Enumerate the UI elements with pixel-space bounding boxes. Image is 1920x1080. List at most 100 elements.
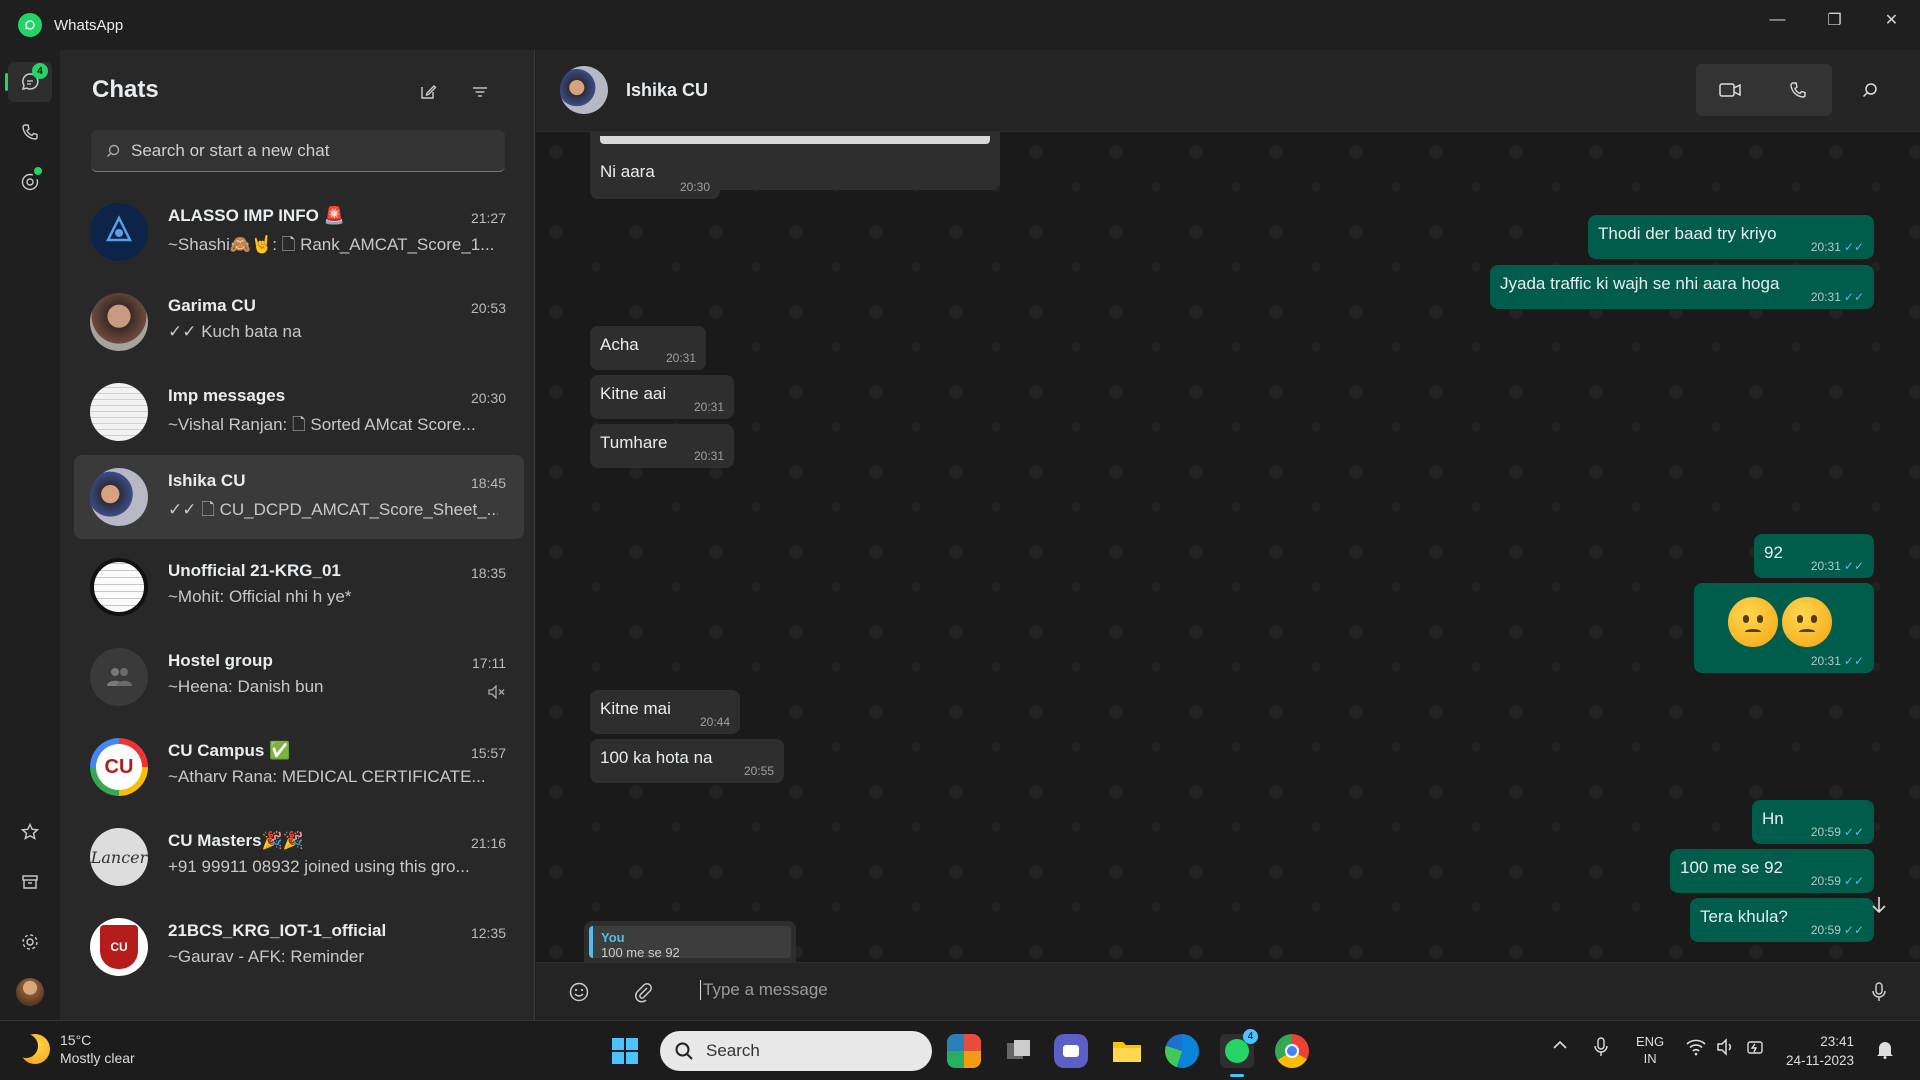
chat-row[interactable]: Imp messages 20:30 ~Vishal Ranjan: 🗋 Sor… <box>74 370 524 454</box>
incoming-message[interactable]: Acha 20:31 <box>590 326 706 370</box>
message-text: 100 ka hota na <box>600 748 713 767</box>
message-text: 92 <box>1764 543 1783 562</box>
scroll-to-bottom-button[interactable] <box>1864 890 1894 920</box>
archived-nav-button[interactable] <box>8 862 52 902</box>
notifications-button[interactable] <box>1876 1039 1894 1062</box>
reply-message-partial[interactable]: You 100 me se 92 <box>584 921 796 963</box>
message-time: 20:31 <box>1810 240 1841 254</box>
outgoing-message[interactable]: Tera khula? 20:59 ✓✓ <box>1690 898 1874 942</box>
clock-date: 24-11-2023 <box>1786 1053 1855 1068</box>
clock[interactable]: 23:41 24-11-2023 <box>1786 1032 1854 1070</box>
start-button[interactable] <box>608 1034 642 1068</box>
outgoing-message[interactable]: 100 me se 92 20:59 ✓✓ <box>1670 849 1874 893</box>
search-icon <box>107 144 120 157</box>
incoming-message[interactable]: Kitne mai 20:44 <box>590 690 740 734</box>
maximize-button[interactable]: ❐ <box>1806 0 1863 40</box>
taskbar-search[interactable]: Search <box>660 1031 932 1071</box>
chat-row[interactable]: Unofficial 21-KRG_01 18:35 ~Mohit: Offic… <box>74 545 524 629</box>
message-time: 20:59 <box>1810 874 1841 888</box>
clock-time: 23:41 <box>1820 1034 1855 1049</box>
language-indicator[interactable]: ENG IN <box>1636 1033 1664 1067</box>
message-time: 20:59 <box>1810 825 1841 839</box>
incoming-message[interactable]: Kitne aai 20:31 <box>590 375 734 419</box>
chat-name: Ishika CU <box>168 471 246 490</box>
voice-call-button[interactable] <box>1764 64 1832 116</box>
phone-icon <box>22 124 38 140</box>
chat-time: 12:35 <box>470 925 506 941</box>
chats-nav-button[interactable]: 4 <box>5 62 52 102</box>
attach-button[interactable] <box>630 979 656 1005</box>
close-button[interactable]: ✕ <box>1863 0 1920 40</box>
chat-time: 21:16 <box>470 835 506 851</box>
new-chat-button[interactable] <box>414 78 442 106</box>
chat-time: 17:11 <box>472 655 506 671</box>
chat-row[interactable]: CU CU Campus ✅ 15:57 ~Atharv Rana: MEDIC… <box>74 725 524 809</box>
outgoing-message[interactable]: 92 20:31 ✓✓ <box>1754 534 1874 578</box>
show-hidden-icons-button[interactable] <box>1552 1039 1568 1054</box>
incoming-message[interactable]: 100 ka hota na 20:55 <box>590 739 784 783</box>
outgoing-message[interactable]: Hn 20:59 ✓✓ <box>1752 800 1874 844</box>
group-icon <box>107 668 132 686</box>
teams-chat-icon[interactable] <box>1054 1034 1088 1068</box>
conversation-header[interactable]: Ishika CU <box>536 50 1920 132</box>
outgoing-message[interactable]: Jyada traffic ki wajh se nhi aara hoga 2… <box>1490 265 1874 309</box>
star-icon <box>20 822 40 840</box>
chrome-browser-icon[interactable] <box>1275 1034 1309 1068</box>
search-icon <box>1862 83 1877 98</box>
chat-preview: ~Gaurav - AFK: Reminder <box>168 947 365 966</box>
message-time: 20:30 <box>679 180 710 194</box>
microphone-tray-icon[interactable] <box>1594 1037 1608 1060</box>
incoming-message[interactable]: Tumhare 20:31 <box>590 424 734 468</box>
filter-button[interactable] <box>466 78 494 106</box>
file-explorer-icon[interactable] <box>1110 1034 1144 1068</box>
chat-time: 20:53 <box>470 300 506 316</box>
chat-preview: ✓✓ 🗋 CU_DCPD_AMCAT_Score_Sheet_... <box>168 500 498 519</box>
chat-name: Unofficial 21-KRG_01 <box>168 561 341 580</box>
status-nav-button[interactable] <box>8 162 52 202</box>
outgoing-message[interactable]: Thodi der baad try kriyo 20:31 ✓✓ <box>1588 215 1874 259</box>
whatsapp-taskbar-badge: 4 <box>1243 1029 1258 1044</box>
message-text: Ni aara <box>600 162 655 181</box>
minimize-button[interactable]: — <box>1749 0 1806 40</box>
arrow-down-icon <box>1872 897 1886 914</box>
paperclip-icon <box>635 983 652 1003</box>
task-view-icon[interactable] <box>1002 1034 1036 1068</box>
chat-preview: ~Vishal Ranjan: 🗋 Sorted AMcat Score... <box>168 415 476 434</box>
chat-row-selected[interactable]: Ishika CU 18:45 ✓✓ 🗋 CU_DCPD_AMCAT_Score… <box>74 455 524 539</box>
weather-widget[interactable]: 15°C Mostly clear <box>14 1031 135 1067</box>
chat-row[interactable]: Garima CU 20:53 ✓✓ Kuch bata na <box>74 280 524 364</box>
starred-nav-button[interactable] <box>8 812 52 852</box>
calls-nav-button[interactable] <box>8 112 52 152</box>
outgoing-emoji-message[interactable]: 20:31 ✓✓ <box>1694 583 1874 673</box>
avatar[interactable] <box>560 66 608 114</box>
whatsapp-taskbar-icon[interactable]: 4 <box>1220 1029 1258 1077</box>
chat-row[interactable]: Hostel group 17:11 ~Heena: Danish bun <box>74 635 524 719</box>
copilot-app-icon[interactable] <box>947 1034 981 1068</box>
battery-charging-icon <box>1747 1041 1763 1054</box>
search-in-chat-button[interactable] <box>1856 76 1884 104</box>
chat-name: CU Masters🎉🎉 <box>168 831 304 850</box>
message-time: 20:44 <box>699 715 730 729</box>
voice-message-button[interactable] <box>1866 979 1892 1005</box>
message-composer: Type a message <box>536 962 1920 1020</box>
message-input[interactable]: Type a message <box>700 980 828 1000</box>
emoji-button[interactable] <box>566 979 592 1005</box>
quote-text: 100 me se 92 <box>601 945 680 960</box>
chat-row[interactable]: ALASSO IMP INFO 🚨 21:27 ~Shashi🙈🤘: 🗋 Ran… <box>74 190 524 274</box>
message-time: 20:31 <box>665 351 696 365</box>
profile-nav-button[interactable] <box>8 972 52 1012</box>
chat-row[interactable]: CU 21BCS_KRG_IOT-1_official 12:35 ~Gaura… <box>74 905 524 989</box>
video-call-button[interactable] <box>1696 64 1764 116</box>
system-tray[interactable] <box>1686 1038 1766 1056</box>
chat-row[interactable]: Lancer CU Masters🎉🎉 21:16 +91 99911 0893… <box>74 815 524 899</box>
settings-nav-button[interactable] <box>8 922 52 962</box>
edge-browser-icon[interactable] <box>1165 1034 1199 1068</box>
read-ticks-icon: ✓✓ <box>1843 874 1864 888</box>
region-code: IN <box>1643 1051 1657 1066</box>
incoming-message[interactable]: Ni aara 20:30 <box>590 153 720 199</box>
bell-icon <box>1877 1042 1893 1059</box>
avatar <box>90 468 148 526</box>
filter-icon <box>473 87 487 97</box>
avatar: Lancer <box>90 828 148 886</box>
search-input[interactable]: Search or start a new chat <box>91 130 505 172</box>
